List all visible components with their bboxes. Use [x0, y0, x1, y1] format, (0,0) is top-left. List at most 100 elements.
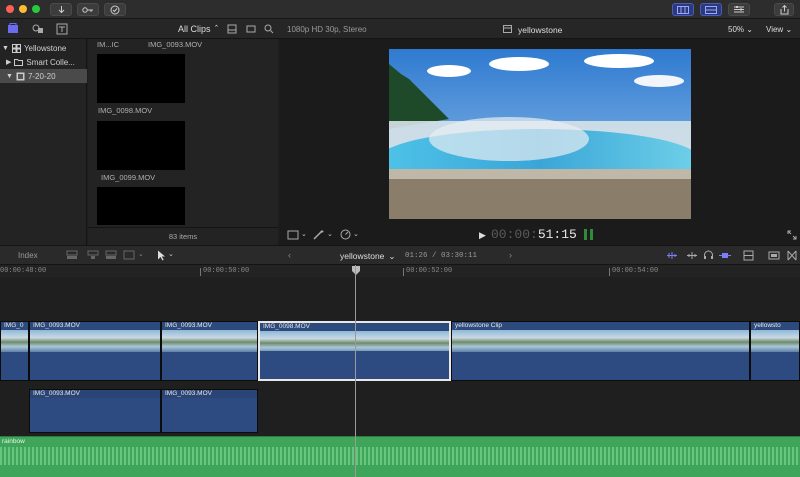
minimize-window-button[interactable]: [19, 5, 27, 13]
back-arrow-icon[interactable]: ‹: [288, 250, 291, 260]
view-label: View: [766, 25, 784, 34]
connected-clip[interactable]: IMG_0093.MOV: [29, 389, 161, 433]
checkmark-icon: [110, 5, 120, 14]
magic-wand-icon[interactable]: [313, 229, 325, 240]
viewer-project-title: yellowstone: [518, 25, 563, 35]
insert-clip-icon[interactable]: [87, 250, 99, 260]
keyword-button[interactable]: [77, 3, 99, 16]
disclosure-open-icon: ▼: [6, 72, 13, 80]
library-item-smart-collections[interactable]: ▶ Smart Colle...: [0, 55, 87, 69]
disclosure-closed-icon: ▶: [6, 59, 12, 66]
clip-filter-label: All Clips: [178, 24, 211, 34]
forward-arrow-icon[interactable]: ›: [509, 250, 512, 260]
timecode-display: 00:00:51:15: [491, 227, 577, 242]
clip-title: IMG_0099.MOV: [101, 173, 156, 182]
timeline: IMG_0 IMG_0093.MOV IMG_0093.MOV IMG_0098…: [0, 265, 800, 477]
photos-audio-icon[interactable]: [32, 23, 44, 35]
timeline-toolbar: Index ⌄ ⌄ ‹ yellowstone ⌄ 01:26 / 03:30:…: [0, 245, 800, 265]
index-button[interactable]: Index: [18, 251, 38, 260]
playhead-handle-icon[interactable]: [352, 266, 360, 276]
audio-skimming-icon[interactable]: [666, 251, 678, 260]
ruler-mark: 00:00:52:00: [406, 267, 453, 275]
titles-icon[interactable]: [56, 23, 68, 35]
share-button[interactable]: [774, 3, 794, 16]
clip-thumbnail[interactable]: [97, 187, 185, 225]
item-count: 83 items: [88, 227, 278, 245]
clip-thumbnail[interactable]: [97, 121, 185, 170]
timeline-clip[interactable]: yellowsto: [750, 321, 800, 381]
timeline-clip[interactable]: IMG_0093.MOV: [29, 321, 161, 381]
transform-icon[interactable]: [287, 230, 299, 240]
close-window-button[interactable]: [6, 5, 14, 13]
connect-clip-icon[interactable]: [66, 250, 78, 260]
effects-browser-icon[interactable]: [768, 250, 780, 261]
transitions-browser-icon[interactable]: [787, 250, 797, 261]
search-icon[interactable]: [264, 24, 274, 34]
clip-name: IMG_0093.MOV: [165, 322, 212, 329]
zoom-dropdown[interactable]: 50% ⌄: [728, 25, 753, 34]
snapping-icon[interactable]: [718, 251, 732, 260]
timeline-clip[interactable]: IMG_0093.MOV: [161, 321, 258, 381]
layout-timeline-icon: [705, 5, 717, 14]
clip-title: IMG_0093.MOV: [148, 40, 203, 49]
title-bar: [0, 0, 800, 120]
timeline-clip[interactable]: IMG_0: [0, 321, 29, 381]
format-info: 1080p HD 30p, Stereo: [287, 25, 367, 34]
play-icon[interactable]: ▶: [479, 230, 486, 241]
zoom-window-button[interactable]: [32, 5, 40, 13]
clip-name: yellowsto: [754, 322, 781, 329]
view-dropdown[interactable]: View ⌄: [766, 25, 792, 34]
chevron-down-icon: ⌄: [785, 25, 793, 34]
library-item-yellowstone[interactable]: ▼ Yellowstone: [0, 41, 87, 55]
chevron-down-icon[interactable]: ⌄: [168, 250, 174, 258]
key-icon: [82, 6, 93, 13]
append-clip-icon[interactable]: [105, 250, 117, 260]
clip-thumbnail[interactable]: [97, 54, 185, 103]
solo-icon[interactable]: [686, 251, 698, 260]
speed-icon[interactable]: [340, 229, 351, 240]
audio-clip-track[interactable]: rainbow: [0, 436, 800, 477]
library-label: 7-20-20: [27, 71, 56, 81]
filmstrip-view-icon[interactable]: [227, 24, 237, 34]
browser-toolbar: All Clips ⌃ 1080p HD 30p, Stereo yellows…: [0, 19, 800, 39]
chevron-down-icon: ⌄: [388, 251, 396, 261]
chevron-down-icon[interactable]: ⌄: [138, 250, 144, 258]
ruler-tick: [200, 268, 201, 276]
chevron-down-icon: ⌄: [746, 25, 753, 34]
select-tool-icon[interactable]: [157, 250, 166, 261]
share-icon: [780, 4, 788, 14]
audio-waveform: [0, 447, 800, 465]
background-tasks-button[interactable]: [104, 3, 126, 16]
timeline-clip[interactable]: yellowstone Clip: [451, 321, 750, 381]
fullscreen-icon[interactable]: [787, 230, 797, 240]
library-icon: [11, 43, 21, 53]
headphones-icon[interactable]: [703, 250, 714, 260]
chevron-down-icon[interactable]: ⌄: [301, 230, 307, 238]
clip-filter-dropdown[interactable]: All Clips ⌃: [178, 24, 219, 34]
project-clip-icon: [503, 25, 512, 33]
event-icon: [16, 72, 25, 80]
chevron-down-icon[interactable]: ⌄: [327, 230, 333, 238]
library-item-event[interactable]: ▼ 7-20-20: [0, 69, 87, 83]
libraries-icon[interactable]: [7, 23, 19, 35]
clip-title: IMG_0098.MOV: [98, 106, 153, 115]
viewer-frame: [389, 49, 691, 219]
ruler-tick: [609, 268, 610, 276]
clip-appearance-timeline-icon[interactable]: [743, 250, 754, 261]
playhead[interactable]: [355, 265, 356, 477]
timeline-duration: 01:26 / 03:30:11: [405, 252, 478, 260]
timeline-ruler[interactable]: 00:00:48:00 00:00:50:00 00:00:52:00 00:0…: [0, 265, 800, 277]
clip-browser: IM...IC IMG_0093.MOV IMG_0098.MOV IMG_00…: [88, 39, 278, 245]
chevron-down-icon[interactable]: ⌄: [353, 230, 359, 238]
clip-name: IMG_0: [4, 322, 24, 329]
audio-meter-left: [584, 229, 587, 240]
connected-clip[interactable]: IMG_0093.MOV: [161, 389, 258, 433]
timeline-project-dropdown[interactable]: yellowstone ⌄: [340, 251, 396, 262]
overwrite-clip-icon[interactable]: [123, 250, 135, 260]
ruler-mark: 00:00:54:00: [612, 267, 659, 275]
timecode-dim: 00:00:: [491, 227, 538, 242]
clip-appearance-icon[interactable]: [246, 24, 256, 34]
import-icon: [58, 6, 64, 14]
clip-name: IMG_0093.MOV: [165, 390, 212, 397]
import-button[interactable]: [50, 3, 72, 16]
